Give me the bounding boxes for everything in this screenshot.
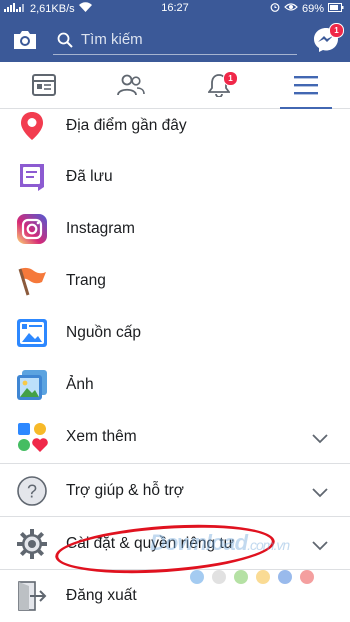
menu-item-label: Địa điểm gần đây	[66, 117, 187, 134]
eye-icon	[284, 2, 298, 15]
logout-door-icon	[16, 580, 48, 612]
menu-item-feeds[interactable]: Nguồn cấp	[0, 307, 350, 359]
hamburger-menu-icon	[294, 76, 318, 95]
watermark-main: Download	[150, 530, 248, 555]
menu-item-label: Đã lưu	[66, 168, 113, 185]
menu-item-help-support[interactable]: ? Trợ giúp & hỗ trợ	[0, 465, 350, 517]
flag-icon	[16, 265, 48, 297]
search-placeholder: Tìm kiếm	[81, 31, 143, 48]
camera-icon[interactable]	[12, 28, 38, 52]
battery-icon	[328, 2, 344, 15]
messenger-button[interactable]: 1	[312, 23, 344, 54]
shapes-icon	[16, 421, 48, 453]
watermark-dot	[190, 570, 204, 584]
status-right: 69%	[270, 2, 344, 15]
watermark: Download.com.vn	[150, 530, 290, 556]
menu-item-label: Trang	[66, 272, 106, 289]
watermark-dot	[234, 570, 248, 584]
menu-item-label: Nguồn cấp	[66, 324, 141, 341]
search-input[interactable]: Tìm kiếm	[53, 26, 297, 55]
menu-item-photos[interactable]: Ảnh	[0, 359, 350, 411]
alarm-icon	[270, 2, 280, 15]
menu-item-see-more[interactable]: Xem thêm	[0, 411, 350, 463]
watermark-dot	[278, 570, 292, 584]
location-pin-icon	[16, 110, 48, 142]
news-feed-icon	[32, 74, 56, 96]
menu-item-nearby-places[interactable]: Địa điểm gần đây	[0, 100, 350, 152]
instagram-icon	[16, 213, 48, 245]
watermark-dot	[212, 570, 226, 584]
search-icon	[57, 32, 73, 48]
menu-item-label: Ảnh	[66, 376, 94, 393]
watermark-dot	[300, 570, 314, 584]
chevron-down-icon	[312, 431, 328, 449]
menu-item-saved[interactable]: Đã lưu	[0, 151, 350, 203]
menu-item-label: Instagram	[66, 220, 135, 237]
chevron-down-icon	[312, 485, 328, 503]
menu-item-label: Trợ giúp & hỗ trợ	[66, 482, 184, 499]
help-icon: ?	[16, 475, 48, 507]
watermark-dot	[256, 570, 270, 584]
divider	[0, 516, 350, 517]
menu-item-label: Đăng xuất	[66, 587, 137, 604]
feed-icon	[16, 317, 48, 349]
saved-bookmark-icon	[16, 161, 48, 193]
status-bar: 2,61KB/s 16:27 69%	[0, 0, 350, 18]
app-bar: Tìm kiếm 1	[0, 18, 350, 62]
photos-icon	[16, 369, 48, 401]
friends-icon	[117, 74, 145, 96]
watermark-suffix: .com.vn	[247, 537, 290, 553]
menu-item-pages[interactable]: Trang	[0, 255, 350, 307]
gear-icon	[16, 528, 48, 560]
notifications-badge: 1	[223, 71, 238, 86]
watermark-dots	[190, 570, 314, 584]
menu-item-label: Xem thêm	[66, 428, 137, 445]
messenger-badge: 1	[329, 23, 344, 38]
battery-percent: 69%	[301, 2, 324, 15]
divider	[0, 463, 350, 464]
svg-text:?: ?	[27, 482, 37, 502]
menu-item-instagram[interactable]: Instagram	[0, 203, 350, 255]
chevron-down-icon	[312, 538, 328, 556]
